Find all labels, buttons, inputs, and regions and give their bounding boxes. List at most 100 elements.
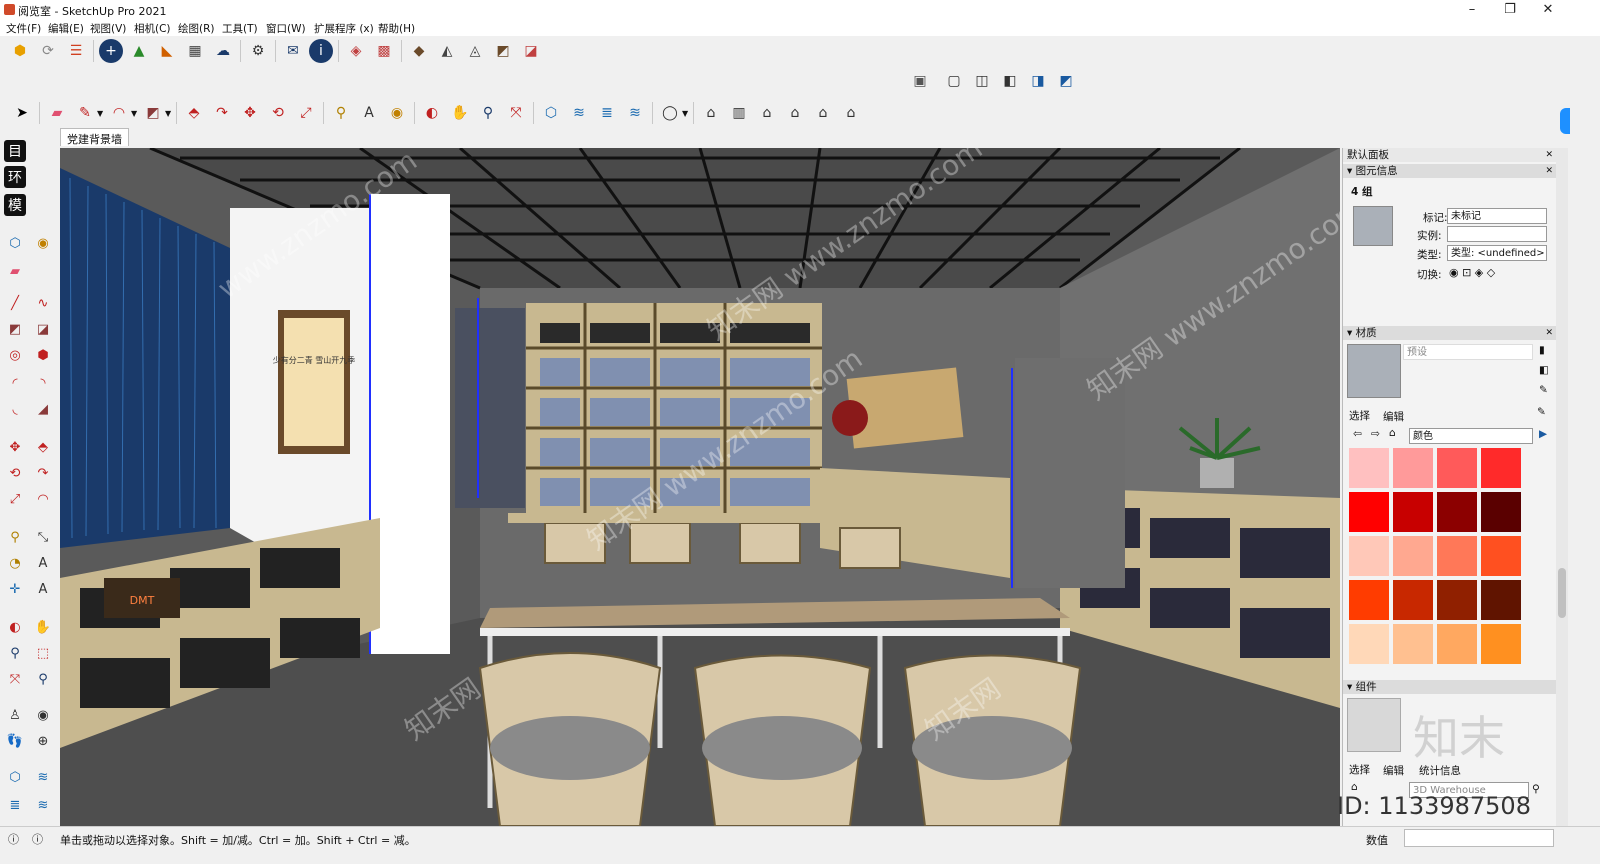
zoom-window-icon[interactable]: ⬚	[32, 642, 54, 664]
select-tool-icon[interactable]: ➤	[10, 101, 34, 125]
color-swatch[interactable]	[1437, 624, 1477, 664]
menu-help[interactable]: 帮助(H)	[378, 21, 415, 36]
section-plane-icon[interactable]: ⊕	[32, 730, 54, 752]
xray-icon[interactable]: ▣	[908, 69, 932, 93]
model-icon[interactable]: 模	[4, 194, 26, 216]
menu-view[interactable]: 视图(V)	[90, 21, 126, 36]
right-view-icon[interactable]: ⌂	[783, 101, 807, 125]
back-view-icon[interactable]: ⌂	[811, 101, 835, 125]
close-button[interactable]: ✕	[1538, 2, 1558, 18]
model-viewport[interactable]: 少有分二青 雪山开九季 DMT www.znzmo.com 知末网 www.zn…	[60, 148, 1340, 826]
environment-icon[interactable]: 环	[4, 166, 26, 188]
menu-edit[interactable]: 编辑(E)	[48, 21, 84, 36]
maximize-button[interactable]: ❐	[1500, 2, 1520, 18]
rectangle-icon[interactable]: ◩	[4, 318, 26, 340]
layout-icon[interactable]: ≣	[4, 794, 26, 816]
rotated-rectangle-icon[interactable]: ◪	[32, 318, 54, 340]
sandbox-grid-icon[interactable]: ▩	[372, 39, 396, 63]
warehouse-icon[interactable]: ⬢	[8, 39, 32, 63]
paint-bucket-icon[interactable]: ◉	[385, 101, 409, 125]
protractor-icon[interactable]: ◔	[4, 552, 26, 574]
tape-measure-icon[interactable]: ⚲	[329, 101, 353, 125]
offset-icon[interactable]: ◠	[32, 488, 54, 510]
color-swatch[interactable]	[1349, 448, 1389, 488]
components-tab-edit[interactable]: 编辑	[1383, 763, 1404, 778]
close-icon[interactable]: ✕	[1545, 164, 1553, 178]
zoom-icon[interactable]: ⚲	[476, 101, 500, 125]
scene-tab[interactable]: 党建背景墙	[60, 128, 129, 146]
outliner-icon[interactable]: 目	[4, 140, 26, 162]
follow-me-icon[interactable]: ↷	[210, 101, 234, 125]
chevron-down-icon[interactable]: ▼	[682, 109, 690, 118]
back-icon[interactable]: ⇦	[1353, 428, 1362, 440]
scale-icon[interactable]: ⤢	[4, 488, 26, 510]
wireframe-icon[interactable]: ◫	[970, 69, 994, 93]
search-icon[interactable]: ⚲	[1532, 783, 1540, 795]
shaded-with-textures-icon[interactable]: ◩	[1054, 69, 1078, 93]
pan-icon[interactable]: ✋	[448, 101, 472, 125]
arc-icon[interactable]: ◠	[107, 101, 131, 125]
add-icon[interactable]: +	[99, 39, 123, 63]
cloud-upload-icon[interactable]: ☁	[211, 39, 235, 63]
hidden-line-icon[interactable]: ◧	[998, 69, 1022, 93]
components-tab-select[interactable]: 选择	[1349, 762, 1370, 777]
default-material-icon[interactable]: ✎	[1539, 384, 1548, 396]
material-library-dropdown[interactable]: 颜色	[1409, 428, 1533, 444]
menu-camera[interactable]: 相机(C)	[134, 21, 171, 36]
color-swatch[interactable]	[1437, 492, 1477, 532]
back-edges-icon[interactable]: ▢	[942, 69, 966, 93]
house-section-icon[interactable]: ◣	[155, 39, 179, 63]
sample-paint-icon[interactable]: ◧	[1539, 364, 1549, 376]
sandbox-from-contours-icon[interactable]: ◈	[344, 39, 368, 63]
walk-icon[interactable]: 👣	[4, 730, 26, 752]
color-swatch[interactable]	[1393, 624, 1433, 664]
chevron-down-icon[interactable]: ▼	[165, 109, 173, 118]
measurements-input[interactable]	[1404, 829, 1554, 847]
close-icon[interactable]: ✕	[1545, 326, 1553, 340]
polygon-icon[interactable]: ⬢	[32, 344, 54, 366]
materials-tab-select[interactable]: 选择	[1349, 408, 1370, 423]
extension-manager-icon[interactable]: ≋	[32, 794, 54, 816]
info-icon[interactable]: i	[309, 39, 333, 63]
mail-icon[interactable]: ✉	[281, 39, 305, 63]
extension-warehouse-icon[interactable]: ≋	[32, 766, 54, 788]
reload-icon[interactable]: ⟳	[36, 39, 60, 63]
dimension-icon[interactable]: ⤡	[32, 526, 54, 548]
color-swatch[interactable]	[1393, 492, 1433, 532]
menu-window[interactable]: 窗口(W)	[266, 21, 306, 36]
previous-view-icon[interactable]: ⚲	[32, 668, 54, 690]
left-view-icon[interactable]: ⌂	[839, 101, 863, 125]
3d-text-icon[interactable]: A	[32, 578, 54, 600]
look-around-icon[interactable]: ◉	[32, 704, 54, 726]
eyedropper-icon[interactable]: ✎	[1537, 406, 1546, 418]
side-pull-tab[interactable]	[1560, 108, 1570, 134]
extension-manager-icon[interactable]: ≋	[623, 101, 647, 125]
chevron-down-icon[interactable]: ▼	[131, 109, 139, 118]
warehouse-icon[interactable]: ⬡	[4, 766, 26, 788]
color-swatch[interactable]	[1437, 536, 1477, 576]
color-swatch[interactable]	[1349, 624, 1389, 664]
color-swatch[interactable]	[1481, 536, 1521, 576]
info-icon[interactable]: ⓘ	[32, 831, 43, 847]
tag-dropdown[interactable]: 未标记	[1447, 208, 1547, 224]
color-swatch[interactable]	[1481, 624, 1521, 664]
orbit-icon[interactable]: ◐	[420, 101, 444, 125]
tape-measure-icon[interactable]: ⚲	[4, 526, 26, 548]
user-account-icon[interactable]: ◯	[658, 101, 682, 125]
pie-icon[interactable]: ◢	[32, 398, 54, 420]
tree-icon[interactable]: ▲	[127, 39, 151, 63]
stamp-icon[interactable]: ◭	[435, 39, 459, 63]
color-swatch[interactable]	[1393, 536, 1433, 576]
text-icon[interactable]: A	[32, 552, 54, 574]
rotate-icon[interactable]: ⟲	[4, 462, 26, 484]
front-view-icon[interactable]: ⌂	[755, 101, 779, 125]
geo-location-icon[interactable]: ⓘ	[8, 831, 19, 847]
eraser-icon[interactable]: ▰	[45, 101, 69, 125]
close-icon[interactable]: ✕	[1545, 148, 1553, 162]
paint-icon[interactable]: ◉	[32, 232, 54, 254]
rectangle-icon[interactable]: ◩	[141, 101, 165, 125]
smoove-icon[interactable]: ◆	[407, 39, 431, 63]
color-swatch[interactable]	[1393, 448, 1433, 488]
push-pull-icon[interactable]: ⬘	[182, 101, 206, 125]
instance-input[interactable]	[1447, 226, 1547, 242]
